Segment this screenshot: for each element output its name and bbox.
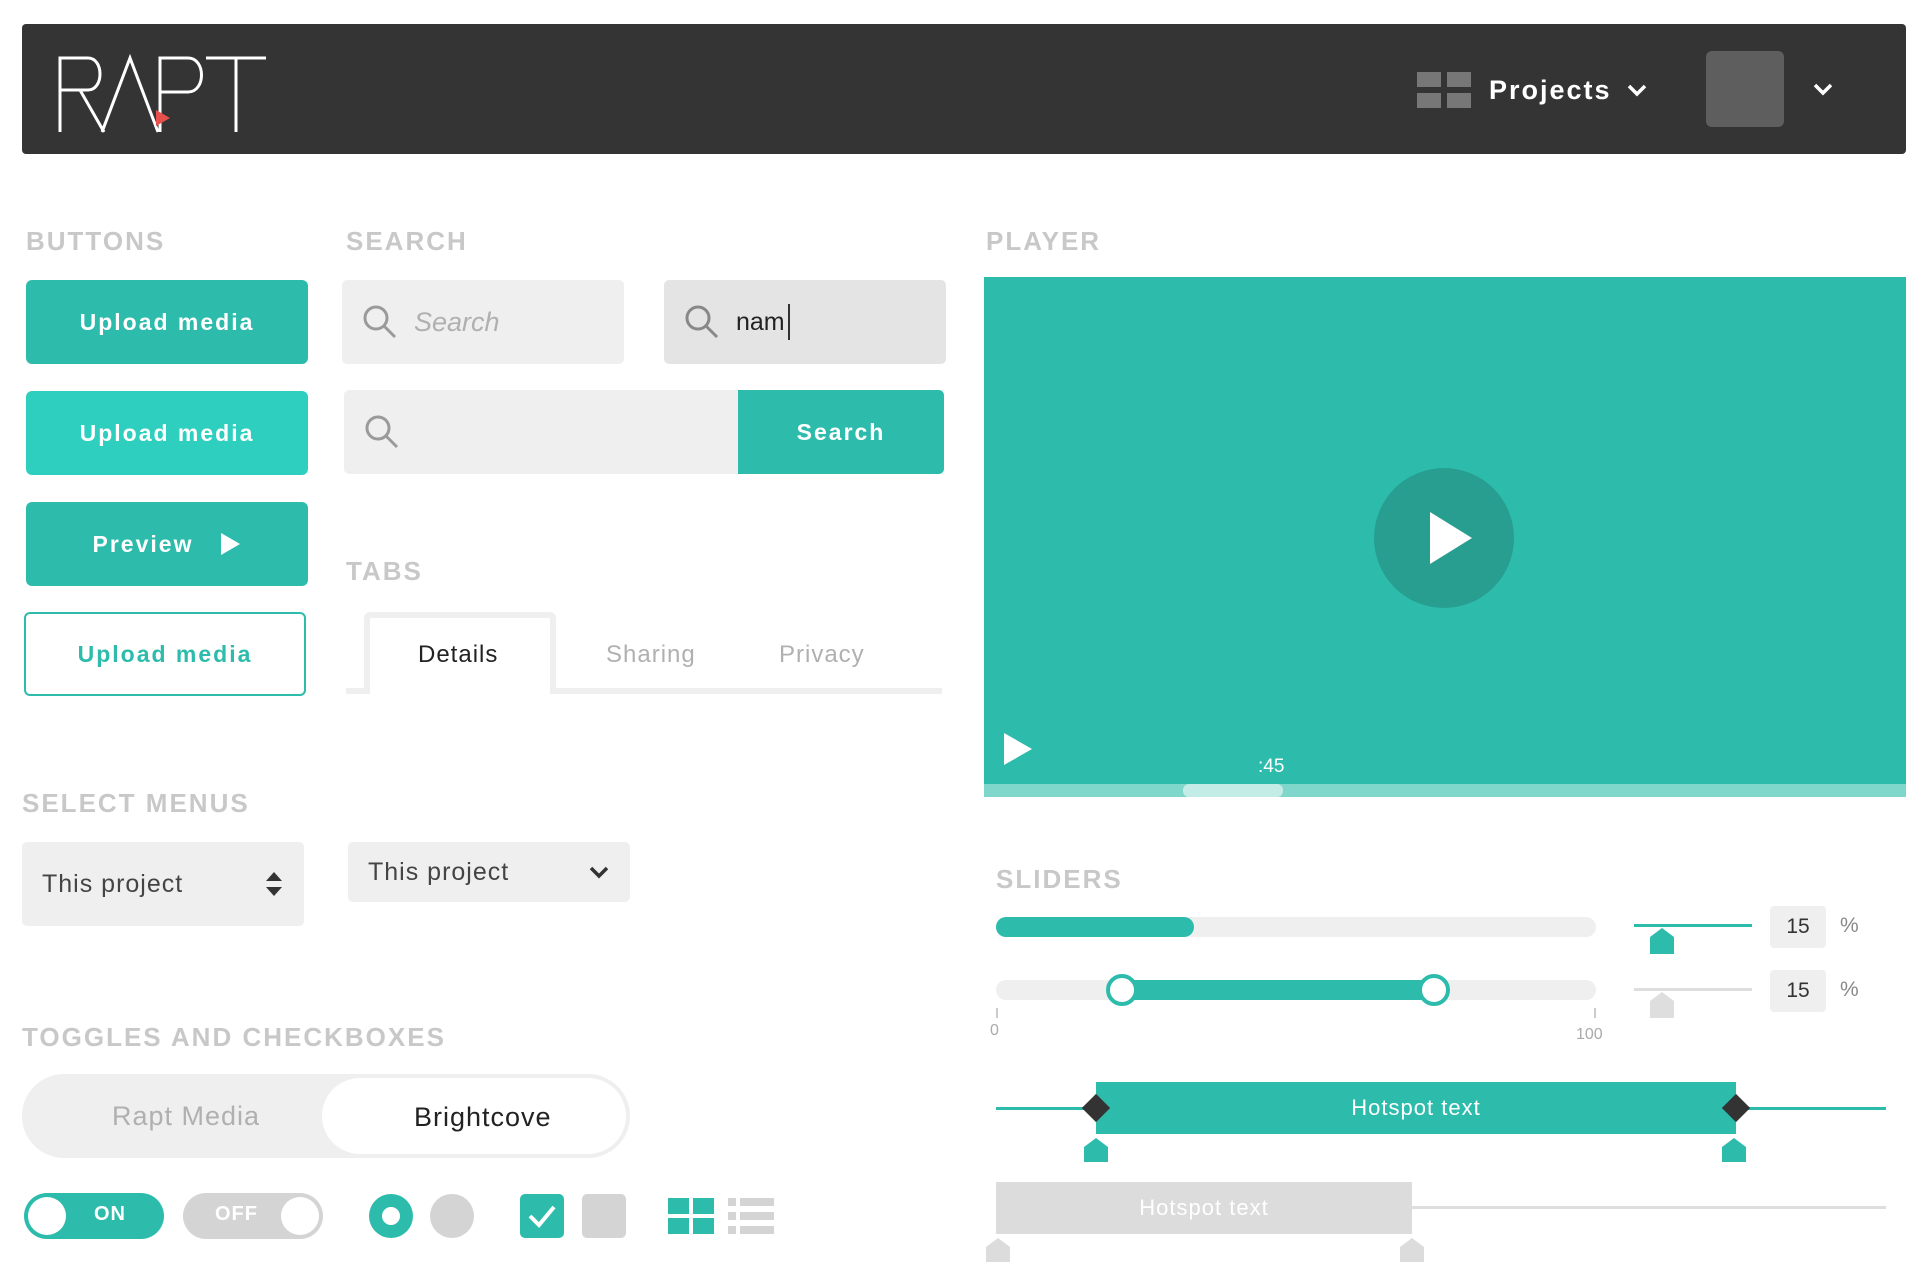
segment-rapt-media[interactable]: Rapt Media — [112, 1101, 260, 1132]
player-progress-thumb[interactable] — [1183, 784, 1283, 797]
tab-privacy[interactable]: Privacy — [779, 641, 865, 669]
mini-slider-thumb[interactable] — [1650, 928, 1674, 954]
toggle-knob — [281, 1197, 319, 1235]
checkbox-checked[interactable] — [520, 1194, 564, 1238]
toggle-off[interactable]: OFF — [183, 1193, 323, 1239]
chevron-down-icon[interactable] — [1806, 72, 1840, 106]
mini-slider-inactive[interactable] — [1634, 988, 1752, 991]
chevron-down-icon — [589, 866, 609, 879]
range-slider-high-thumb[interactable] — [1418, 974, 1450, 1006]
radio-selected[interactable] — [369, 1194, 413, 1238]
search-icon — [363, 305, 397, 339]
radio-dot — [382, 1207, 400, 1225]
project-stepper-select[interactable]: This project — [22, 842, 304, 926]
range-slider-low-thumb[interactable] — [1106, 974, 1138, 1006]
project-dropdown-select[interactable]: This project — [348, 842, 630, 902]
hotspot-end-marker[interactable] — [1400, 1238, 1424, 1262]
toggle-on-label: ON — [94, 1203, 126, 1225]
sliders-heading: SLIDERS — [996, 864, 1123, 894]
player-heading: PLAYER — [986, 226, 1102, 256]
hotspot-start-marker[interactable] — [986, 1238, 1010, 1262]
select-value: This project — [42, 869, 184, 898]
checkmark-icon — [528, 1205, 556, 1228]
big-play-button[interactable] — [1374, 468, 1514, 608]
text-caret — [787, 304, 790, 340]
toggles-heading: TOGGLES AND CHECKBOXES — [22, 1022, 446, 1052]
slider-max-tick — [1594, 1008, 1596, 1018]
slider-value-input[interactable]: 15 — [1770, 906, 1826, 948]
toggle-on[interactable]: ON — [24, 1193, 164, 1239]
range-slider-fill — [1122, 980, 1434, 1000]
slider-value-input[interactable]: 15 — [1770, 970, 1826, 1012]
search-submit-button[interactable]: Search — [738, 390, 944, 474]
tab-details-label[interactable]: Details — [418, 641, 498, 669]
percent-label: % — [1840, 914, 1859, 937]
mini-slider-active[interactable] — [1634, 924, 1752, 927]
tab-sharing[interactable]: Sharing — [606, 641, 696, 669]
search-heading: SEARCH — [346, 226, 468, 256]
preview-label: Preview — [92, 530, 194, 557]
hotspot-timeline-line-inactive — [1412, 1206, 1886, 1209]
toggle-off-label: OFF — [215, 1203, 258, 1225]
play-icon — [1430, 512, 1472, 564]
upload-media-button[interactable]: Upload media — [26, 280, 308, 364]
play-icon — [221, 533, 241, 555]
search-placeholder: Search — [414, 306, 500, 337]
player-progress-track[interactable] — [984, 784, 1906, 797]
upload-media-hover-button[interactable]: Upload media — [26, 391, 308, 475]
hotspot-text: Hotspot text — [1351, 1095, 1481, 1120]
rapt-logo[interactable] — [52, 44, 282, 144]
toggle-knob — [28, 1197, 66, 1235]
buttons-heading: BUTTONS — [26, 226, 166, 256]
radio-unselected[interactable] — [430, 1194, 474, 1238]
tabs-heading: TABS — [346, 556, 423, 586]
search-typed-value: nam — [736, 307, 785, 336]
up-down-arrows-icon — [266, 872, 282, 896]
slider-min-label: 0 — [990, 1022, 999, 1039]
avatar[interactable] — [1706, 51, 1784, 127]
play-icon[interactable] — [1002, 732, 1034, 766]
playback-time: :45 — [1258, 756, 1285, 777]
grid-view-icon[interactable] — [1417, 72, 1471, 108]
search-input[interactable]: Search — [342, 280, 624, 364]
preview-button[interactable]: Preview — [26, 502, 308, 586]
projects-label: Projects — [1489, 74, 1612, 105]
list-view-icon[interactable] — [728, 1198, 774, 1234]
select-value: This project — [368, 857, 510, 886]
search-input-focused[interactable]: nam — [664, 280, 946, 364]
percent-label: % — [1840, 978, 1859, 1001]
slider-min-tick — [996, 1008, 998, 1018]
hotspot-start-marker[interactable] — [1084, 1138, 1108, 1162]
hotspot-bar-active[interactable]: Hotspot text — [1096, 1082, 1736, 1134]
grid-view-icon[interactable] — [668, 1198, 714, 1234]
upload-media-outline-button[interactable]: Upload media — [24, 612, 306, 696]
hotspot-end-marker[interactable] — [1722, 1138, 1746, 1162]
hotspot-bar-inactive[interactable]: Hotspot text — [996, 1182, 1412, 1234]
segment-brightcove[interactable]: Brightcove — [414, 1102, 552, 1133]
select-menus-heading: SELECT MENUS — [22, 788, 250, 818]
search-field-with-button[interactable] — [344, 390, 740, 474]
search-icon — [365, 415, 399, 449]
chevron-down-icon — [1627, 84, 1646, 97]
search-icon — [685, 305, 719, 339]
projects-menu-button[interactable]: Projects — [1489, 70, 1648, 110]
checkbox-unchecked[interactable] — [582, 1194, 626, 1238]
single-slider-fill — [996, 917, 1194, 937]
mini-slider-thumb[interactable] — [1650, 992, 1674, 1018]
top-header: Projects — [22, 24, 1906, 154]
slider-max-label: 100 — [1576, 1026, 1603, 1043]
hotspot-text: Hotspot text — [1139, 1195, 1269, 1220]
